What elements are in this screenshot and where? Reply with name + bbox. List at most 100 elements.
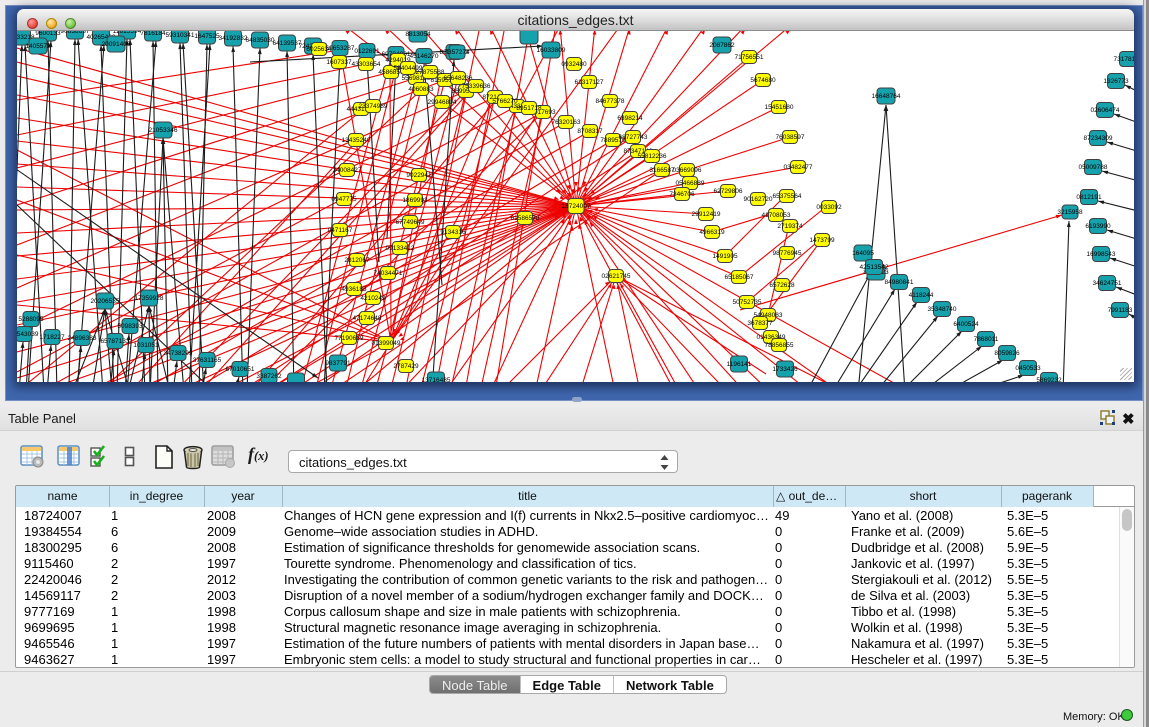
svg-text:6400524: 6400524 [953,321,979,328]
svg-text:11615594: 11615594 [113,31,142,35]
svg-text:6398214: 6398214 [617,115,643,122]
svg-text:59310341: 59310341 [166,32,195,39]
svg-text:7346706: 7346706 [669,191,695,198]
svg-text:2787429: 2787429 [393,363,419,370]
svg-text:0947775: 0947775 [331,196,357,203]
svg-text:29912419: 29912419 [692,211,721,218]
svg-text:4966319: 4966319 [699,229,725,236]
svg-text:64835030: 64835030 [246,37,275,44]
svg-text:0033092: 0033092 [816,204,842,211]
svg-text:1491905: 1491905 [712,253,738,260]
svg-text:3387262: 3387262 [256,373,282,380]
svg-text:3166587: 3166587 [649,167,675,174]
svg-text:18724007: 18724007 [562,203,591,210]
svg-text:15451680: 15451680 [765,104,794,111]
svg-text:7991183: 7991183 [1108,307,1133,314]
svg-text:0932480: 0932480 [561,61,587,68]
svg-text:1405572: 1405572 [25,43,51,50]
svg-text:77190659: 77190659 [335,335,364,342]
svg-text:4936183: 4936183 [341,286,367,293]
svg-text:42513542: 42513542 [860,264,889,271]
svg-text:1326773: 1326773 [1103,78,1129,85]
svg-text:24896383: 24896383 [68,335,97,342]
svg-text:3678377: 3678377 [747,320,773,327]
svg-text:1718227: 1718227 [39,334,65,341]
svg-text:1647525: 1647525 [194,33,220,40]
svg-text:1869993: 1869993 [402,197,428,204]
svg-text:78856855: 78856855 [765,342,794,349]
svg-text:90162720: 90162720 [744,196,773,203]
svg-text:34624751: 34624751 [1093,280,1122,287]
svg-text:1196141: 1196141 [727,361,752,368]
svg-text:1733426: 1733426 [772,366,798,373]
svg-text:21053346: 21053346 [149,127,178,134]
svg-text:9022941: 9022941 [406,172,432,179]
svg-text:34738299: 34738299 [164,350,193,357]
svg-text:67749649: 67749649 [396,219,425,226]
svg-text:9600133: 9600133 [35,31,61,37]
svg-text:75339636: 75339636 [462,83,491,90]
svg-text:8813054: 8813054 [405,31,431,38]
svg-text:13435240: 13435240 [342,137,371,144]
svg-text:8708317: 8708317 [577,128,603,135]
svg-text:01399049: 01399049 [372,340,401,347]
svg-text:03482477: 03482477 [784,164,813,171]
svg-text:47174648: 47174648 [353,315,382,322]
svg-text:164095: 164095 [852,250,874,257]
svg-text:84677378: 84677378 [596,98,625,105]
svg-text:05466889: 05466889 [676,180,705,187]
svg-text:34192832: 34192832 [219,35,248,42]
svg-text:6025634: 6025634 [306,46,332,53]
svg-text:20206535: 20206535 [91,298,120,305]
svg-text:5098393: 5098393 [117,323,143,330]
svg-text:16648764: 16648764 [872,93,901,100]
svg-text:03669096: 03669096 [673,167,702,174]
svg-text:8951718: 8951718 [516,105,542,112]
svg-text:65375564: 65375564 [773,193,802,200]
svg-text:1607337: 1607337 [326,59,352,66]
svg-text:5674680: 5674680 [750,77,776,84]
svg-text:65185067: 65185067 [725,274,754,281]
svg-text:73178108: 73178108 [1114,56,1134,63]
svg-text:0471167: 0471167 [328,227,353,234]
svg-text:55812236: 55812236 [638,153,667,160]
svg-text:64139537: 64139537 [273,40,302,47]
svg-text:02621745: 02621745 [602,273,631,280]
svg-text:5869232: 5869232 [1036,377,1062,382]
svg-text:20091406: 20091406 [102,41,131,48]
svg-text:4118244: 4118244 [909,292,934,299]
svg-text:61586578: 61586578 [511,215,540,222]
svg-text:29946804: 29946804 [428,99,457,106]
svg-text:23374989: 23374989 [359,103,388,110]
svg-text:4210249: 4210249 [360,295,386,302]
svg-text:4060883: 4060883 [408,86,434,93]
svg-text:6193990: 6193990 [1085,223,1111,230]
svg-text:43303654: 43303654 [352,61,381,68]
svg-text:0812191: 0812191 [1076,194,1102,201]
svg-text:27875588: 27875588 [416,69,445,76]
svg-text:2719374: 2719374 [777,223,803,230]
svg-text:61317127: 61317127 [575,79,604,86]
svg-text:16998543: 16998543 [1087,251,1116,258]
svg-text:7816184: 7816184 [140,31,166,37]
svg-text:65787133: 65787133 [101,338,130,345]
svg-text:67010651: 67010651 [226,366,255,373]
svg-text:1031051: 1031051 [133,342,159,349]
svg-text:74034471: 74034471 [374,270,403,277]
svg-text:37631165: 37631165 [193,357,222,364]
svg-text:5766270: 5766270 [492,98,518,105]
svg-text:41708053: 41708053 [762,212,791,219]
svg-text:02606474: 02606474 [1091,107,1120,114]
svg-text:05009788: 05009788 [1079,164,1108,171]
svg-text:62729806: 62729806 [714,188,743,195]
svg-text:3215958: 3215958 [1057,209,1083,216]
svg-text:35348740: 35348740 [928,306,957,313]
svg-text:71756551: 71756551 [735,54,764,61]
svg-text:01543039: 01543039 [17,331,39,338]
svg-text:87234309: 87234309 [1084,135,1113,142]
svg-text:0122691: 0122691 [354,48,380,55]
svg-text:84980841: 84980841 [885,279,914,286]
svg-text:7868011: 7868011 [974,336,999,343]
svg-text:6572628: 6572628 [769,282,795,289]
svg-text:09133412: 09133412 [386,245,415,252]
